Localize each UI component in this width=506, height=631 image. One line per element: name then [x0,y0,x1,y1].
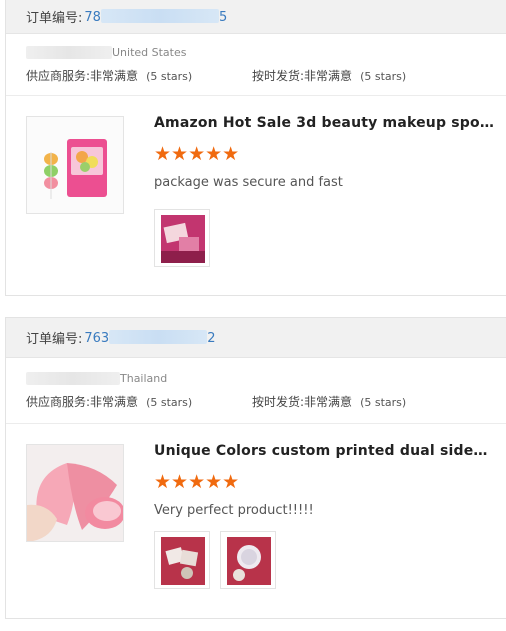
product-title[interactable]: Unique Colors custom printed dual sided … [154,443,494,459]
buyer-info: Thailand 供应商服务:非常满意 (5 stars) 按时发货:非常满意 (5… [6,358,506,424]
review-comment: package was secure and fast [154,175,343,190]
review-photo[interactable] [220,531,276,589]
buyer-country: Thailand [120,371,168,385]
order-number-suffix: 2 [207,330,216,346]
supplier-service-label: 供应商服务: [26,69,91,83]
shipping-label: 按时发货: [252,69,305,83]
order-number-link[interactable]: 78 5 [84,8,228,25]
order-card: 订单编号: 763 2 Thailand 供应商服务:非常满意 (5 stars) … [5,317,506,619]
supplier-service-stars: (5 stars) [146,70,193,83]
shipping-value: 非常满意 [304,69,353,83]
shipping-rating: 按时发货:非常满意 (5 stars) [252,67,478,84]
order-number-redaction [109,329,208,344]
order-number-redaction [100,8,219,23]
shipping-rating: 按时发货:非常满意 (5 stars) [252,393,478,410]
order-number-link[interactable]: 763 2 [84,329,216,346]
order-number-suffix: 5 [218,9,228,25]
order-number-label: 订单编号: [26,332,83,347]
supplier-service-stars: (5 stars) [146,396,193,409]
product-thumbnail[interactable] [26,116,124,214]
order-header: 订单编号: 763 2 [6,318,506,358]
supplier-service-rating: 供应商服务:非常满意 (5 stars) [26,67,252,84]
product-review: Unique Colors custom printed dual sided … [6,424,506,614]
review-comment: Very perfect product!!!!! [154,503,314,518]
review-photo[interactable] [154,209,210,267]
order-header: 订单编号: 78 5 [6,0,506,34]
order-number-label: 订单编号: [26,11,83,26]
buyer-name-redaction [26,45,112,59]
rating-stars: ★★★★★ [154,471,240,493]
shipping-value: 非常满意 [304,395,353,409]
supplier-service-rating: 供应商服务:非常满意 (5 stars) [26,393,252,410]
shipping-stars: (5 stars) [360,396,407,409]
review-photo[interactable] [154,531,210,589]
order-card: 订单编号: 78 5 United States 供应商服务:非常满意 (5 sta… [5,0,506,296]
supplier-service-value: 非常满意 [90,69,139,83]
buyer-info: United States 供应商服务:非常满意 (5 stars) 按时发货:非… [6,34,506,96]
product-title[interactable]: Amazon Hot Sale 3d beauty makeup sponge … [154,115,494,131]
order-number-prefix: 78 [84,9,101,25]
supplier-service-value: 非常满意 [90,395,139,409]
buyer-name-redaction [26,371,120,385]
shipping-stars: (5 stars) [360,70,407,83]
product-review: Amazon Hot Sale 3d beauty makeup sponge … [6,96,506,286]
shipping-label: 按时发货: [252,395,305,409]
product-thumbnail[interactable] [26,444,124,542]
supplier-service-label: 供应商服务: [26,395,91,409]
buyer-country: United States [112,45,187,59]
rating-stars: ★★★★★ [154,143,240,165]
order-number-prefix: 763 [84,330,110,346]
